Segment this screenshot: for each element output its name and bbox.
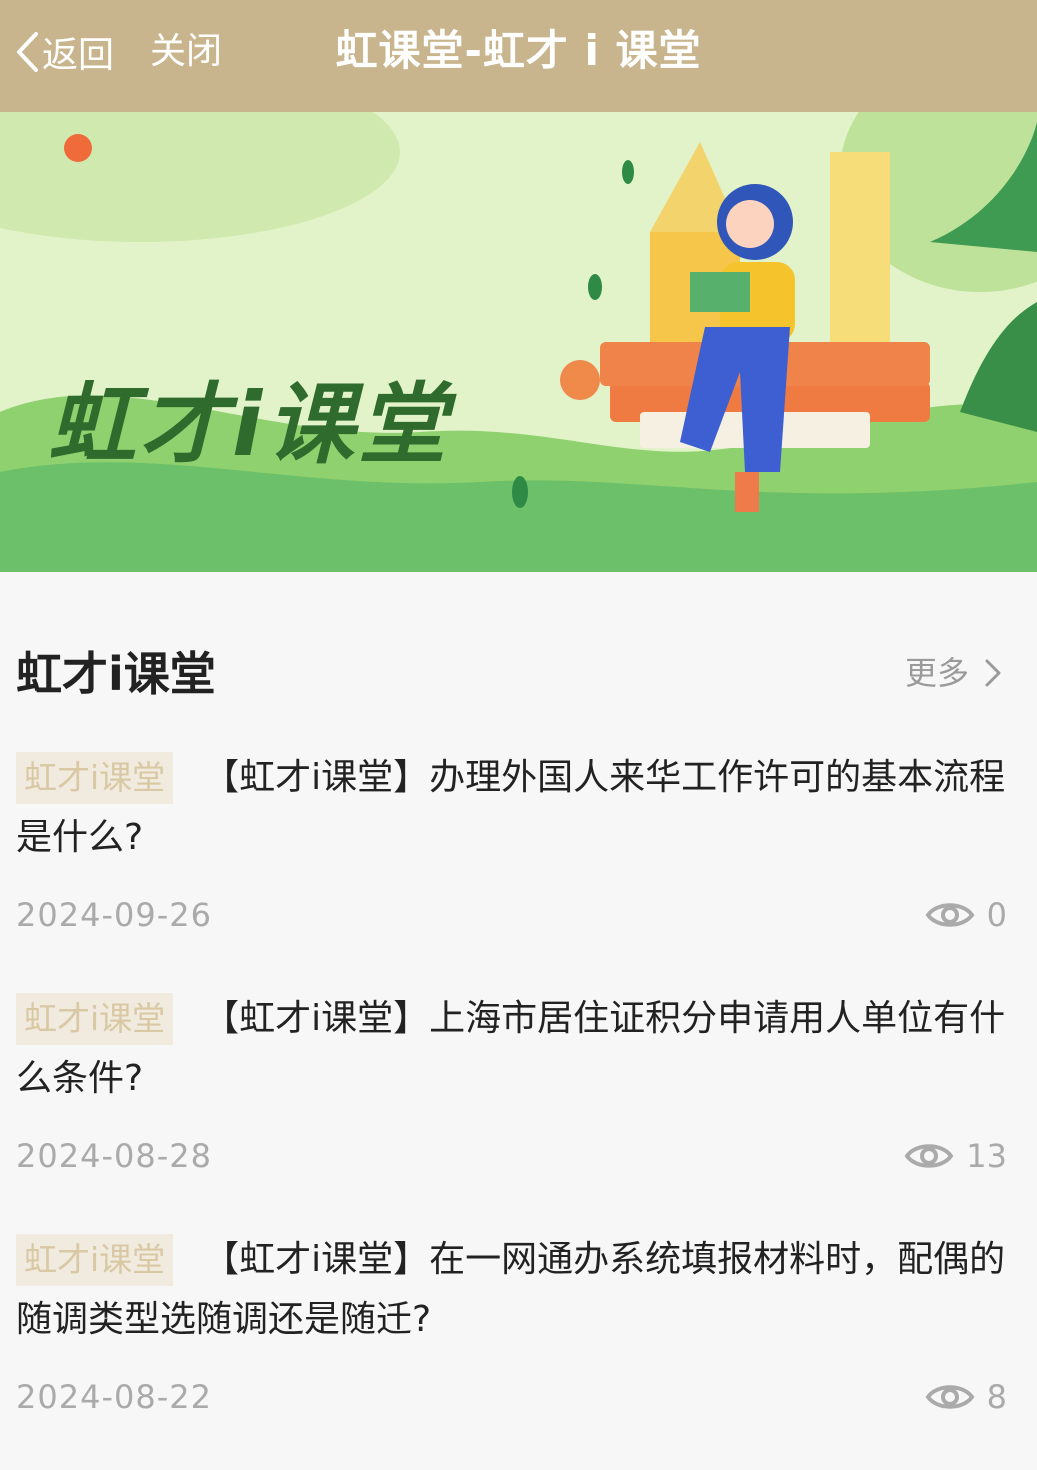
view-count: 0 — [986, 896, 1007, 934]
article-views: 0 — [925, 890, 1007, 940]
chevron-right-icon — [985, 659, 1001, 687]
article-text: 虹才i课堂 【虹才i课堂】上海市居住证积分申请用人单位有什么条件? — [16, 989, 1006, 1109]
article-views: 8 — [925, 1372, 1007, 1422]
view-count: 8 — [986, 1378, 1007, 1416]
banner-title: 虹才i课堂 — [48, 373, 451, 476]
eye-icon — [904, 1144, 954, 1168]
banner-illustration — [0, 112, 1037, 572]
more-link[interactable]: 更多 — [905, 650, 1003, 696]
article-item[interactable]: 虹才i课堂 【虹才i课堂】上海市居住证积分申请用人单位有什么条件? 2024-08… — [0, 989, 1037, 1229]
article-item[interactable]: 虹才i课堂 【虹才i课堂】办理外国人来华工作许可的基本流程是什么? 2024-09… — [0, 748, 1037, 988]
eye-icon — [925, 903, 975, 927]
article-tag: 虹才i课堂 — [16, 752, 174, 804]
article-date: 2024-09-26 — [16, 896, 212, 934]
banner-image: 虹才i课堂 — [0, 112, 1037, 572]
article-tag: 虹才i课堂 — [16, 1234, 174, 1286]
navbar: 返回 关闭 虹课堂-虹才 i 课堂 — [0, 0, 1037, 112]
view-count: 13 — [966, 1137, 1007, 1175]
more-label: 更多 — [904, 654, 969, 692]
article-date: 2024-08-22 — [16, 1378, 212, 1416]
article-text: 虹才i课堂 【虹才i课堂】在一网通办系统填报材料时，配偶的随调类型选随调还是随迁? — [16, 1230, 1006, 1350]
article-item[interactable]: 虹才i课堂 【虹才i课堂】在一网通办系统填报材料时，配偶的随调类型选随调还是随迁?… — [0, 1230, 1037, 1470]
article-date: 2024-08-28 — [16, 1137, 212, 1175]
eye-icon — [925, 1385, 975, 1409]
article-text: 虹才i课堂 【虹才i课堂】办理外国人来华工作许可的基本流程是什么? — [16, 748, 1006, 868]
article-views: 13 — [904, 1131, 1007, 1181]
page-title: 虹课堂-虹才 i 课堂 — [335, 26, 702, 75]
article-tag: 虹才i课堂 — [16, 993, 174, 1045]
section-title: 虹才i课堂 — [16, 647, 216, 701]
